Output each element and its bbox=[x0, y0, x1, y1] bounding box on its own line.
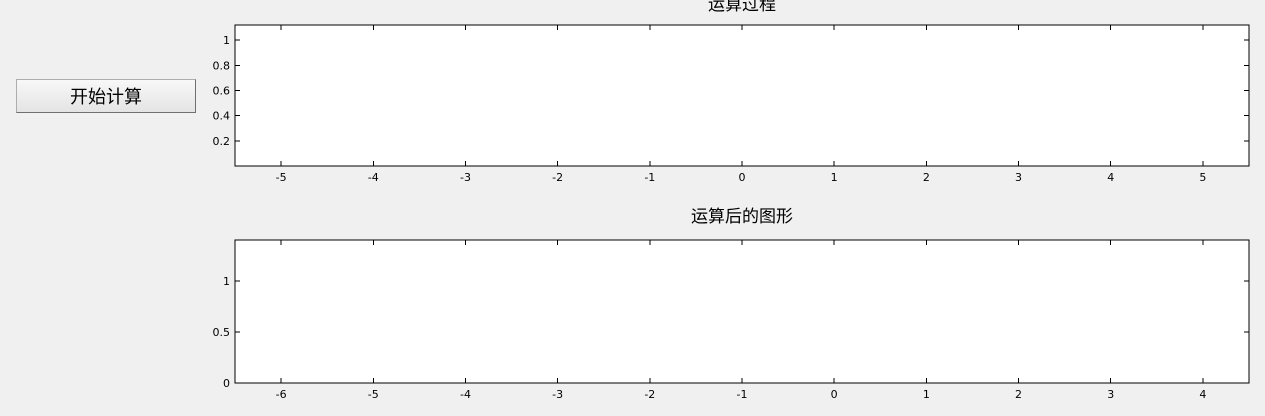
y-tick-label: 0.6 bbox=[213, 84, 231, 97]
axes-frame bbox=[234, 24, 1250, 167]
x-tick-label: -6 bbox=[276, 388, 287, 401]
y-tick-label: 0 bbox=[223, 377, 230, 390]
x-tick-label: 2 bbox=[923, 171, 930, 184]
x-tick-label: 4 bbox=[1107, 171, 1114, 184]
axes-frame bbox=[234, 239, 1250, 384]
x-tick-label: 4 bbox=[1199, 388, 1206, 401]
y-tick-label: 1 bbox=[223, 275, 230, 288]
x-tick-label: -4 bbox=[368, 171, 379, 184]
y-tick-label: 1 bbox=[223, 34, 230, 47]
x-tick-label: -5 bbox=[368, 388, 379, 401]
y-tick-label: 0.2 bbox=[213, 135, 231, 148]
x-tick-label: -1 bbox=[737, 388, 748, 401]
x-tick-label: 3 bbox=[1107, 388, 1114, 401]
x-tick-label: -2 bbox=[644, 388, 655, 401]
chart-title: 运算后的图形 bbox=[691, 207, 793, 227]
x-tick-label: 1 bbox=[831, 171, 838, 184]
y-tick-label: 0.4 bbox=[213, 110, 231, 123]
x-tick-label: -3 bbox=[460, 171, 471, 184]
x-tick-label: -5 bbox=[276, 171, 287, 184]
x-tick-label: 2 bbox=[1015, 388, 1022, 401]
x-tick-label: 0 bbox=[739, 171, 746, 184]
x-tick-label: -1 bbox=[644, 171, 655, 184]
x-tick-label: 5 bbox=[1199, 171, 1206, 184]
x-tick-label: 1 bbox=[923, 388, 930, 401]
y-tick-label: 0.5 bbox=[213, 326, 231, 339]
x-tick-label: -3 bbox=[552, 388, 563, 401]
figure-canvas: 运算过程 -5 -4 -3 -2 -1 0 1 2 3 4 5 0.2 0.4 0.6 0.8 1 运算后的图形… bbox=[213, 0, 1250, 401]
result-plot: 运算后的图形 -6 -5 -4 -3 -2 -1 0 1 2 3 4 0 0.5 1 bbox=[213, 207, 1250, 401]
y-tick-label: 0.8 bbox=[213, 59, 231, 72]
x-tick-label: 0 bbox=[831, 388, 838, 401]
chart-title: 运算过程 bbox=[708, 0, 776, 15]
process-plot: 运算过程 -5 -4 -3 -2 -1 0 1 2 3 4 5 0.2 0.4 0.6 0.8 1 bbox=[213, 0, 1250, 184]
x-tick-label: 3 bbox=[1015, 171, 1022, 184]
x-tick-label: -4 bbox=[460, 388, 471, 401]
x-tick-label: -2 bbox=[552, 171, 563, 184]
